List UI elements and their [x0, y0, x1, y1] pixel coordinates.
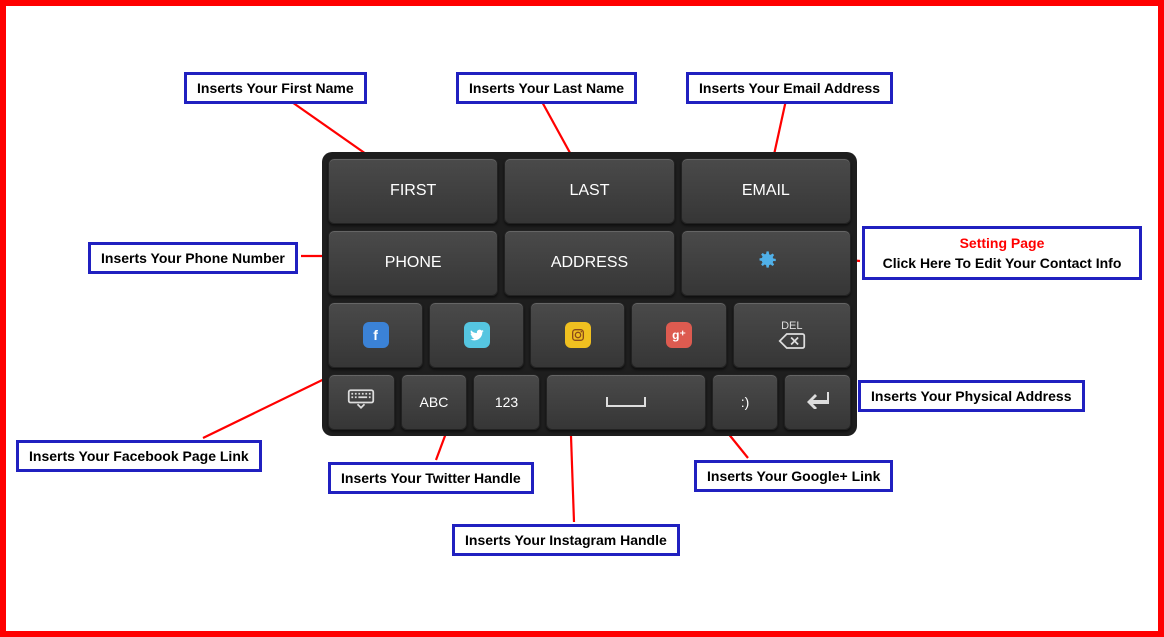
key-google-plus[interactable]: g⁺ — [631, 302, 726, 368]
key-first-name[interactable]: FIRST — [328, 158, 498, 224]
keyboard-icon — [347, 388, 375, 415]
keyboard-row-3: f g⁺ DEL — [328, 302, 851, 368]
key-last-name[interactable]: LAST — [504, 158, 674, 224]
key-email[interactable]: EMAIL — [681, 158, 851, 224]
key-hide-keyboard[interactable] — [328, 374, 395, 430]
callout-settings-title: Setting Page — [879, 235, 1125, 251]
google-plus-icon: g⁺ — [666, 322, 692, 348]
instagram-icon — [565, 322, 591, 348]
key-123[interactable]: 123 — [473, 374, 540, 430]
callout-settings-body: Click Here To Edit Your Contact Info — [879, 255, 1125, 271]
key-phone[interactable]: PHONE — [328, 230, 498, 296]
keyboard-row-1: FIRST LAST EMAIL — [328, 158, 851, 224]
key-emoji[interactable]: :) — [712, 374, 779, 430]
key-settings[interactable] — [681, 230, 851, 296]
key-facebook[interactable]: f — [328, 302, 423, 368]
keyboard-row-2: PHONE ADDRESS — [328, 230, 851, 296]
key-address[interactable]: ADDRESS — [504, 230, 674, 296]
callout-first-name: Inserts Your First Name — [184, 72, 367, 104]
callout-email: Inserts Your Email Address — [686, 72, 893, 104]
delete-label: DEL — [781, 320, 802, 332]
twitter-icon — [464, 322, 490, 348]
callout-twitter: Inserts Your Twitter Handle — [328, 462, 534, 494]
key-twitter[interactable] — [429, 302, 524, 368]
key-space[interactable] — [546, 374, 706, 430]
callout-last-name: Inserts Your Last Name — [456, 72, 637, 104]
enter-icon — [805, 389, 831, 414]
facebook-icon: f — [363, 322, 389, 348]
callout-settings: Setting Page Click Here To Edit Your Con… — [862, 226, 1142, 280]
key-enter[interactable] — [784, 374, 851, 430]
key-abc[interactable]: ABC — [401, 374, 468, 430]
key-delete[interactable]: DEL — [733, 302, 851, 368]
delete-icon: DEL — [778, 320, 806, 350]
key-instagram[interactable] — [530, 302, 625, 368]
callout-google: Inserts Your Google+ Link — [694, 460, 893, 492]
space-icon — [606, 397, 646, 407]
callout-address: Inserts Your Physical Address — [858, 380, 1085, 412]
callout-phone: Inserts Your Phone Number — [88, 242, 298, 274]
callout-facebook: Inserts Your Facebook Page Link — [16, 440, 262, 472]
custom-keyboard: FIRST LAST EMAIL PHONE ADDRESS f g⁺ — [322, 152, 857, 436]
callout-instagram: Inserts Your Instagram Handle — [452, 524, 680, 556]
gear-icon — [753, 247, 779, 278]
keyboard-row-4: ABC 123 :) — [328, 374, 851, 430]
